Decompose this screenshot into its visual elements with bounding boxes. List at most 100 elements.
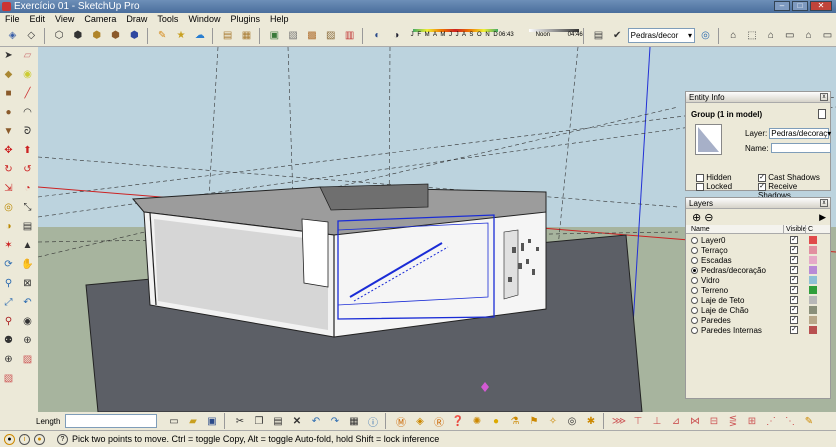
layer-active-radio[interactable] xyxy=(691,256,698,264)
details-toggle-icon[interactable] xyxy=(818,109,826,119)
layer-row[interactable]: Pedras/decoração ✓ xyxy=(686,265,830,275)
axes-icon[interactable]: ✶ xyxy=(0,237,17,254)
geo-location-icon[interactable]: ▧ xyxy=(0,370,17,387)
arc-icon[interactable]: ◠ xyxy=(19,104,36,121)
plugin-flag-icon[interactable]: ⚑ xyxy=(525,413,542,430)
geo-location-status-icon[interactable]: ● xyxy=(4,433,15,445)
fog-icon[interactable]: ☁ xyxy=(191,27,208,44)
section-plane-icon[interactable]: ▤ xyxy=(219,27,236,44)
model-info-icon[interactable]: ⓘ xyxy=(364,413,381,430)
layer-row[interactable]: Vidro ✓ xyxy=(686,275,830,285)
section-cut-icon[interactable]: ▦ xyxy=(238,27,255,44)
layer-row[interactable]: Terreno ✓ xyxy=(686,285,830,295)
col-color[interactable]: C xyxy=(805,225,813,233)
layer-color-swatch[interactable] xyxy=(809,286,817,294)
layer-visible-checkbox[interactable]: ✓ xyxy=(783,236,805,245)
col-name[interactable]: Name xyxy=(686,225,783,233)
layer-color-swatch[interactable] xyxy=(809,266,817,274)
layer-select[interactable]: Pedras/decoraç ▾ xyxy=(769,128,831,139)
polygon-icon[interactable]: ▼ xyxy=(0,123,17,140)
shadow-slider[interactable]: J F M A M J J A S O N D 06:43 Noon 04:46 xyxy=(411,28,583,44)
walk-icon[interactable]: ⚉ xyxy=(0,332,17,349)
layer-color-swatch[interactable] xyxy=(809,256,817,264)
right-view-icon[interactable]: ▭ xyxy=(781,27,798,44)
cut-icon[interactable]: ✂ xyxy=(231,413,248,430)
paint-bucket-icon[interactable]: ✎ xyxy=(154,27,171,44)
zoom-extents-icon[interactable]: ⤢ xyxy=(0,294,17,311)
layer-row[interactable]: Escadas ✓ xyxy=(686,255,830,265)
save-icon[interactable]: ▣ xyxy=(203,413,220,430)
details-arrow-icon[interactable]: ▶ xyxy=(819,212,826,223)
menu-file[interactable]: File xyxy=(5,13,20,25)
plugin-lamp-icon[interactable]: ✧ xyxy=(544,413,561,430)
entity-info-header[interactable]: Entity Info x xyxy=(686,92,830,103)
open-icon[interactable]: ▰ xyxy=(184,413,201,430)
layer-color-swatch[interactable] xyxy=(809,296,817,304)
xray-icon[interactable]: ◇ xyxy=(23,27,40,44)
layer-visible-checkbox[interactable]: ✓ xyxy=(783,276,805,285)
sandbox-grid-icon[interactable]: ⋰ xyxy=(762,413,779,430)
zoom-icon[interactable]: ⚲ xyxy=(0,275,17,292)
copy-icon[interactable]: ❐ xyxy=(250,413,267,430)
locked-checkbox[interactable] xyxy=(696,182,704,191)
delete-layer-icon[interactable]: ⊖ xyxy=(704,211,713,224)
layer-row[interactable]: Laje de Teto ✓ xyxy=(686,295,830,305)
tape-measure-icon[interactable]: ◎ xyxy=(0,199,17,216)
layer-color-swatch[interactable] xyxy=(809,246,817,254)
sandbox-stamp-icon[interactable]: ⊤ xyxy=(629,413,646,430)
circle-icon[interactable]: ● xyxy=(0,104,17,121)
top-view-icon[interactable]: ⬚ xyxy=(744,27,761,44)
sandbox-edge-icon[interactable]: ⋱ xyxy=(781,413,798,430)
front-view-icon[interactable]: ⌂ xyxy=(763,27,780,44)
iso-view-icon[interactable]: ◈ xyxy=(4,27,21,44)
rotate-icon[interactable]: ↻ xyxy=(0,161,17,178)
sandbox-smoove-icon[interactable]: ⋙ xyxy=(610,413,627,430)
layer-active-radio[interactable] xyxy=(691,316,698,324)
back-view-icon[interactable]: ⌂ xyxy=(800,27,817,44)
erase-icon[interactable]: ✕ xyxy=(288,413,305,430)
text-icon[interactable]: ▤ xyxy=(19,218,36,235)
sandbox-detail-icon[interactable]: ⊿ xyxy=(667,413,684,430)
protractor-icon[interactable]: ◑ xyxy=(0,218,17,235)
layer-active-radio[interactable] xyxy=(691,276,698,284)
layer-color-swatch[interactable] xyxy=(809,306,817,314)
help-status-icon[interactable]: ? xyxy=(57,433,68,445)
position-camera-icon[interactable]: ⚲ xyxy=(0,313,17,330)
shaded-icon[interactable]: ⬢ xyxy=(88,27,105,44)
layer-visible-checkbox[interactable]: ✓ xyxy=(783,246,805,255)
redo-icon[interactable]: ↷ xyxy=(326,413,343,430)
plugin-r-icon[interactable]: Ⓡ xyxy=(430,413,447,430)
layer-color-swatch[interactable] xyxy=(809,236,817,244)
minimize-button[interactable]: – xyxy=(774,1,790,11)
axes-gizmo-icon[interactable]: ⊕ xyxy=(0,351,17,368)
monochrome-icon[interactable]: ⬢ xyxy=(126,27,143,44)
paint-icon[interactable]: ◉ xyxy=(19,66,36,83)
layer-color-swatch[interactable] xyxy=(809,276,817,284)
freehand-icon[interactable]: ᘐ xyxy=(19,123,36,140)
photo-texture-icon[interactable]: ▨ xyxy=(322,27,339,44)
layer-visible-checkbox[interactable]: ✓ xyxy=(783,316,805,325)
receive-shadows-checkbox[interactable]: ✓ xyxy=(758,182,766,191)
push-pull-icon[interactable]: ⬆ xyxy=(19,142,36,159)
make-component-icon[interactable]: ◆ xyxy=(0,66,17,83)
menu-camera[interactable]: Camera xyxy=(84,13,116,25)
col-visible[interactable]: Visible xyxy=(783,225,807,233)
layer-active-radio[interactable] xyxy=(691,296,698,304)
close-icon[interactable]: x xyxy=(820,93,828,101)
section-icon[interactable]: ⊕ xyxy=(19,332,36,349)
maximize-button[interactable]: □ xyxy=(792,1,808,11)
offset-icon[interactable]: ◔ xyxy=(19,180,36,197)
orbit-icon[interactable]: ⟳ xyxy=(0,256,17,273)
undo-icon[interactable]: ↶ xyxy=(307,413,324,430)
sandbox-scratch-icon[interactable]: ⋚ xyxy=(724,413,741,430)
plugin-m-icon[interactable]: Ⓜ xyxy=(392,413,409,430)
layer-visible-checkbox[interactable]: ✓ xyxy=(783,326,805,335)
layer-active-radio[interactable] xyxy=(691,306,698,314)
plugin-x-icon[interactable]: ✱ xyxy=(582,413,599,430)
scale-icon[interactable]: ⇲ xyxy=(0,180,17,197)
menu-view[interactable]: View xyxy=(55,13,74,25)
components-icon[interactable]: ▧ xyxy=(285,27,302,44)
iso-house-icon[interactable]: ⌂ xyxy=(725,27,742,44)
print-icon[interactable]: ▦ xyxy=(345,413,362,430)
layer-active-radio[interactable] xyxy=(691,326,698,334)
